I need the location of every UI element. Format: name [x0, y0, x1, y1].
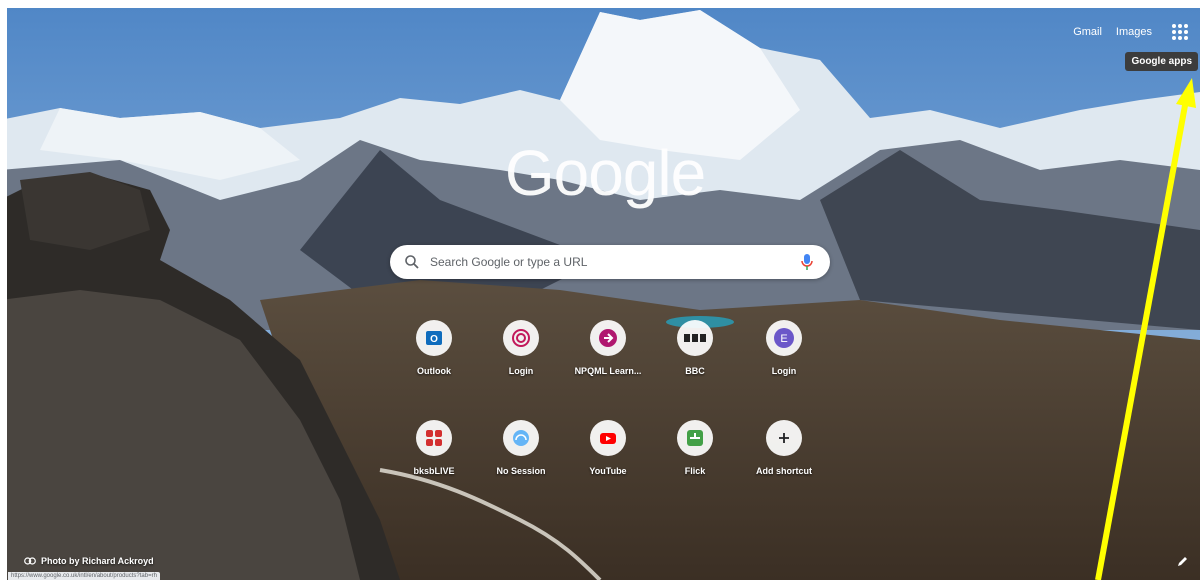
link-icon [24, 557, 36, 565]
shortcut-label: BBC [685, 366, 705, 376]
shortcut-label: Flick [684, 466, 706, 476]
shortcut-login-2[interactable]: E Login [744, 320, 824, 376]
photo-credit[interactable]: Photo by Richard Ackroyd [24, 556, 154, 566]
youtube-icon [590, 420, 626, 456]
shortcut-label: NPQML Learn... [574, 366, 642, 376]
shortcut-label: bksbLIVE [413, 466, 455, 476]
letter-e-icon: E [766, 320, 802, 356]
google-apps-tooltip: Google apps [1125, 52, 1198, 71]
photo-credit-text: Photo by Richard Ackroyd [41, 556, 154, 566]
search-input[interactable]: Search Google or type a URL [430, 255, 800, 269]
left-border [0, 0, 7, 580]
search-icon [405, 255, 419, 269]
top-border [0, 0, 1200, 8]
shortcut-bksblive[interactable]: bksbLIVE [394, 420, 474, 476]
shortcut-outlook[interactable]: O Outlook [394, 320, 474, 376]
shortcut-youtube[interactable]: YouTube [568, 420, 648, 476]
mountain-background-image [0, 0, 1200, 580]
bksb-icon [416, 420, 452, 456]
shortcut-label: No Session [496, 466, 546, 476]
shortcut-label: Add shortcut [756, 466, 812, 476]
shortcut-label: Login [771, 366, 797, 376]
google-logo: Google [504, 137, 706, 209]
shortcut-npqml[interactable]: NPQML Learn... [568, 320, 648, 376]
add-shortcut-button[interactable]: Add shortcut [744, 420, 824, 476]
svg-text:E: E [780, 333, 787, 345]
bbc-icon [677, 320, 713, 356]
dashboard-gauge-icon [503, 420, 539, 456]
search-box[interactable]: Search Google or type a URL [390, 245, 830, 279]
plus-icon [766, 420, 802, 456]
outlook-icon: O [416, 320, 452, 356]
shortcut-flick[interactable]: Flick [655, 420, 735, 476]
target-ring-icon [503, 320, 539, 356]
shortcut-label: Login [508, 366, 534, 376]
header-links: Gmail Images [1073, 26, 1152, 38]
pencil-icon[interactable] [1176, 556, 1188, 568]
gmail-link[interactable]: Gmail [1073, 26, 1102, 38]
google-apps-grid-icon[interactable] [1168, 20, 1192, 44]
status-bar-url: https://www.google.co.uk/intl/en/about/p… [8, 572, 160, 580]
shortcut-login-1[interactable]: Login [481, 320, 561, 376]
shortcut-no-session[interactable]: No Session [481, 420, 561, 476]
flick-icon [677, 420, 713, 456]
shortcut-bbc[interactable]: BBC [655, 320, 735, 376]
microphone-icon[interactable] [800, 253, 814, 271]
images-link[interactable]: Images [1116, 26, 1152, 38]
svg-text:O: O [430, 334, 438, 345]
new-tab-page: Gmail Images Google apps Google Search G… [0, 0, 1200, 580]
arrow-circle-icon [590, 320, 626, 356]
shortcut-label: YouTube [589, 466, 627, 476]
shortcut-label: Outlook [417, 366, 451, 376]
